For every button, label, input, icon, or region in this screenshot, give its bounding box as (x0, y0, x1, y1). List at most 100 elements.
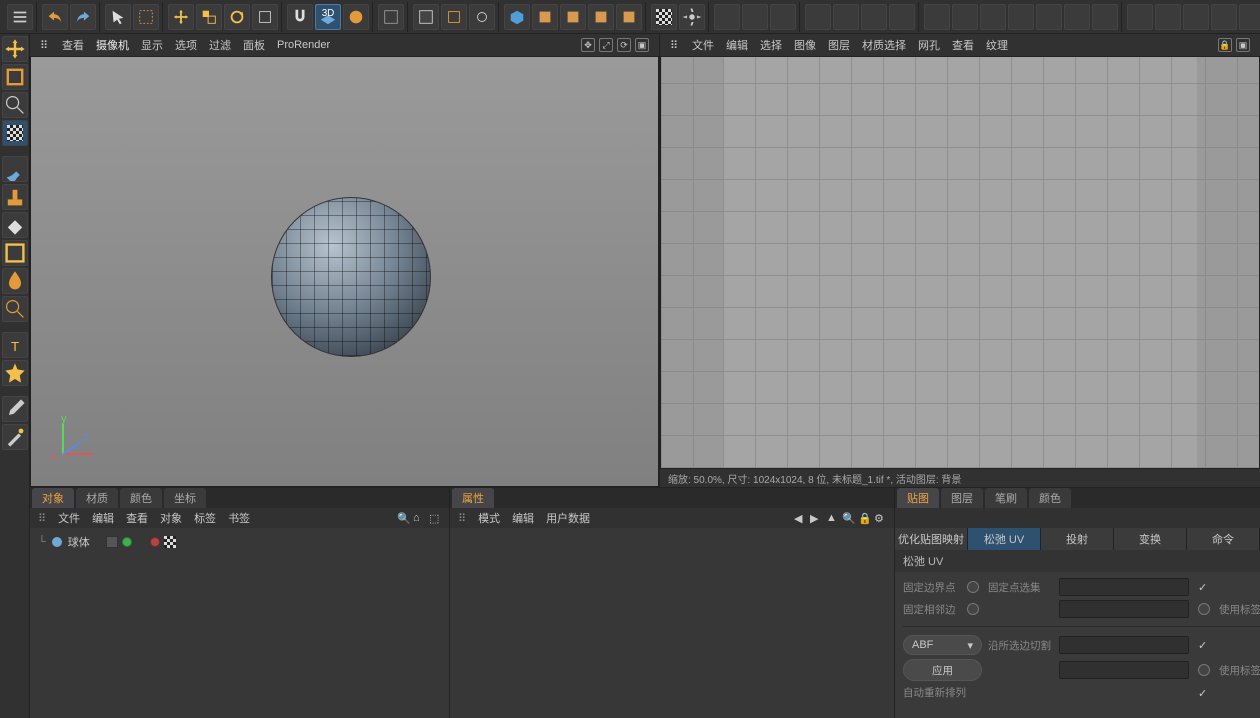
nav-back-icon[interactable]: ◀ (794, 512, 806, 524)
tab-colors[interactable]: 颜色 (120, 488, 162, 508)
obj-menu-bookmarks[interactable]: 书签 (228, 510, 250, 526)
uvtab-layers[interactable]: 图层 (941, 488, 983, 508)
rotate-tool[interactable] (224, 4, 250, 30)
view-menu-display[interactable]: 显示 (141, 37, 163, 53)
panel-grip-icon[interactable]: ⠿ (670, 39, 680, 52)
move-mode-icon[interactable] (2, 36, 28, 62)
app-menu-button[interactable] (7, 4, 33, 30)
layer-icon[interactable]: ⬚ (429, 512, 441, 524)
droplet-icon[interactable] (2, 268, 28, 294)
gear-icon[interactable]: ⚙ (874, 512, 886, 524)
marquee-tool[interactable] (133, 4, 159, 30)
input-cut-tag[interactable] (1059, 636, 1189, 654)
check-cut-edges[interactable]: ✓ (1198, 639, 1210, 651)
view-menu-prorender[interactable]: ProRender (277, 39, 330, 51)
uv-tool-7[interactable] (889, 4, 915, 30)
nav-orbit-icon[interactable]: ⟳ (617, 38, 631, 52)
panel-grip-icon[interactable]: ⠿ (40, 39, 50, 52)
uv-tool-11[interactable] (1008, 4, 1034, 30)
zoom-icon[interactable] (2, 92, 28, 118)
uvtab-texture[interactable]: 贴图 (897, 488, 939, 508)
texture-mode-icon[interactable] (2, 120, 28, 146)
uv-tool-15[interactable] (1127, 4, 1153, 30)
home-icon[interactable]: ⌂ (413, 512, 425, 524)
uv-menu-matselect[interactable]: 材质选择 (862, 37, 906, 53)
subtab-optimize[interactable]: 优化贴图映射 (895, 528, 968, 550)
subtab-transform[interactable]: 变换 (1114, 528, 1187, 550)
axis-lock[interactable] (343, 4, 369, 30)
radio-fix-neighbor[interactable] (967, 603, 979, 615)
radio-use-tag-1[interactable] (1198, 603, 1210, 615)
uv-tool-8[interactable] (924, 4, 950, 30)
star-icon[interactable] (2, 360, 28, 386)
brush-icon[interactable] (2, 156, 28, 182)
check-auto-rearrange[interactable]: ✓ (1198, 687, 1210, 699)
nav-maximize-icon[interactable]: ▣ (635, 38, 649, 52)
uv-menu-select[interactable]: 选择 (760, 37, 782, 53)
input-point-selection[interactable] (1059, 578, 1189, 596)
eraser-icon[interactable] (2, 212, 28, 238)
visibility-render-dot[interactable] (150, 537, 160, 547)
texture-toggle[interactable] (651, 4, 677, 30)
render-region[interactable] (441, 4, 467, 30)
radio-use-tag-2[interactable] (1198, 664, 1210, 676)
redo-button[interactable] (70, 4, 96, 30)
render-settings[interactable] (469, 4, 495, 30)
uv-tool-1[interactable] (714, 4, 740, 30)
uv-tool-3[interactable] (770, 4, 796, 30)
eyedropper-icon[interactable] (2, 396, 28, 422)
zoom2-icon[interactable] (2, 296, 28, 322)
last-tool[interactable] (252, 4, 278, 30)
viewport-layout[interactable] (378, 4, 404, 30)
uv-tool-10[interactable] (980, 4, 1006, 30)
perspective-viewport[interactable]: y x z (30, 56, 659, 487)
primitive-other4[interactable] (616, 4, 642, 30)
uv-tool-12[interactable] (1036, 4, 1062, 30)
render-view[interactable] (413, 4, 439, 30)
tab-coords[interactable]: 坐标 (164, 488, 206, 508)
uv-tool-18[interactable] (1211, 4, 1237, 30)
check-point-sel[interactable]: ✓ (1198, 581, 1210, 593)
attr-menu-mode[interactable]: 模式 (478, 510, 500, 526)
scale-tool[interactable] (196, 4, 222, 30)
stamp-icon[interactable] (2, 184, 28, 210)
tab-materials[interactable]: 材质 (76, 488, 118, 508)
obj-menu-file[interactable]: 文件 (58, 510, 80, 526)
text-icon[interactable]: T (2, 332, 28, 358)
attr-menu-userdata[interactable]: 用户数据 (546, 510, 590, 526)
tab-objects[interactable]: 对象 (32, 488, 74, 508)
uv-tool-13[interactable] (1064, 4, 1090, 30)
uv-tool-9[interactable] (952, 4, 978, 30)
nav-zoom-icon[interactable]: ⤢ (599, 38, 613, 52)
obj-menu-edit[interactable]: 编辑 (92, 510, 114, 526)
uv-tool-6[interactable] (861, 4, 887, 30)
uv-canvas[interactable] (660, 56, 1260, 469)
layer-color-icon[interactable] (106, 536, 118, 548)
view-menu-view[interactable]: 查看 (62, 37, 84, 53)
wand-icon[interactable] (2, 424, 28, 450)
uv-menu-mesh[interactable]: 网孔 (918, 37, 940, 53)
obj-menu-objects[interactable]: 对象 (160, 510, 182, 526)
obj-menu-view[interactable]: 查看 (126, 510, 148, 526)
radio-fix-boundary[interactable] (967, 581, 979, 593)
select-tool[interactable] (105, 4, 131, 30)
apply-button[interactable]: 应用 (903, 659, 982, 681)
rect-select-icon[interactable] (2, 240, 28, 266)
input-neighbor-tag[interactable] (1059, 600, 1189, 618)
view-menu-camera[interactable]: 摄像机 (96, 37, 129, 53)
uv-tool-17[interactable] (1183, 4, 1209, 30)
view-menu-options[interactable]: 选项 (175, 37, 197, 53)
snap-toggle[interactable] (287, 4, 313, 30)
uvtab-brush[interactable]: 笔刷 (985, 488, 1027, 508)
visibility-editor-dot[interactable] (122, 537, 132, 547)
uv-tool-19[interactable] (1239, 4, 1260, 30)
primitive-cube[interactable] (504, 4, 530, 30)
uv-menu-texture[interactable]: 纹理 (986, 37, 1008, 53)
algorithm-dropdown[interactable]: ABF▾ (903, 635, 982, 655)
attr-menu-edit[interactable]: 编辑 (512, 510, 534, 526)
nav-fwd-icon[interactable]: ▶ (810, 512, 822, 524)
uv-lock-icon[interactable]: 🔒 (1218, 38, 1232, 52)
primitive-other2[interactable] (560, 4, 586, 30)
input-cut-tag-2[interactable] (1059, 661, 1189, 679)
uv-menu-image[interactable]: 图像 (794, 37, 816, 53)
